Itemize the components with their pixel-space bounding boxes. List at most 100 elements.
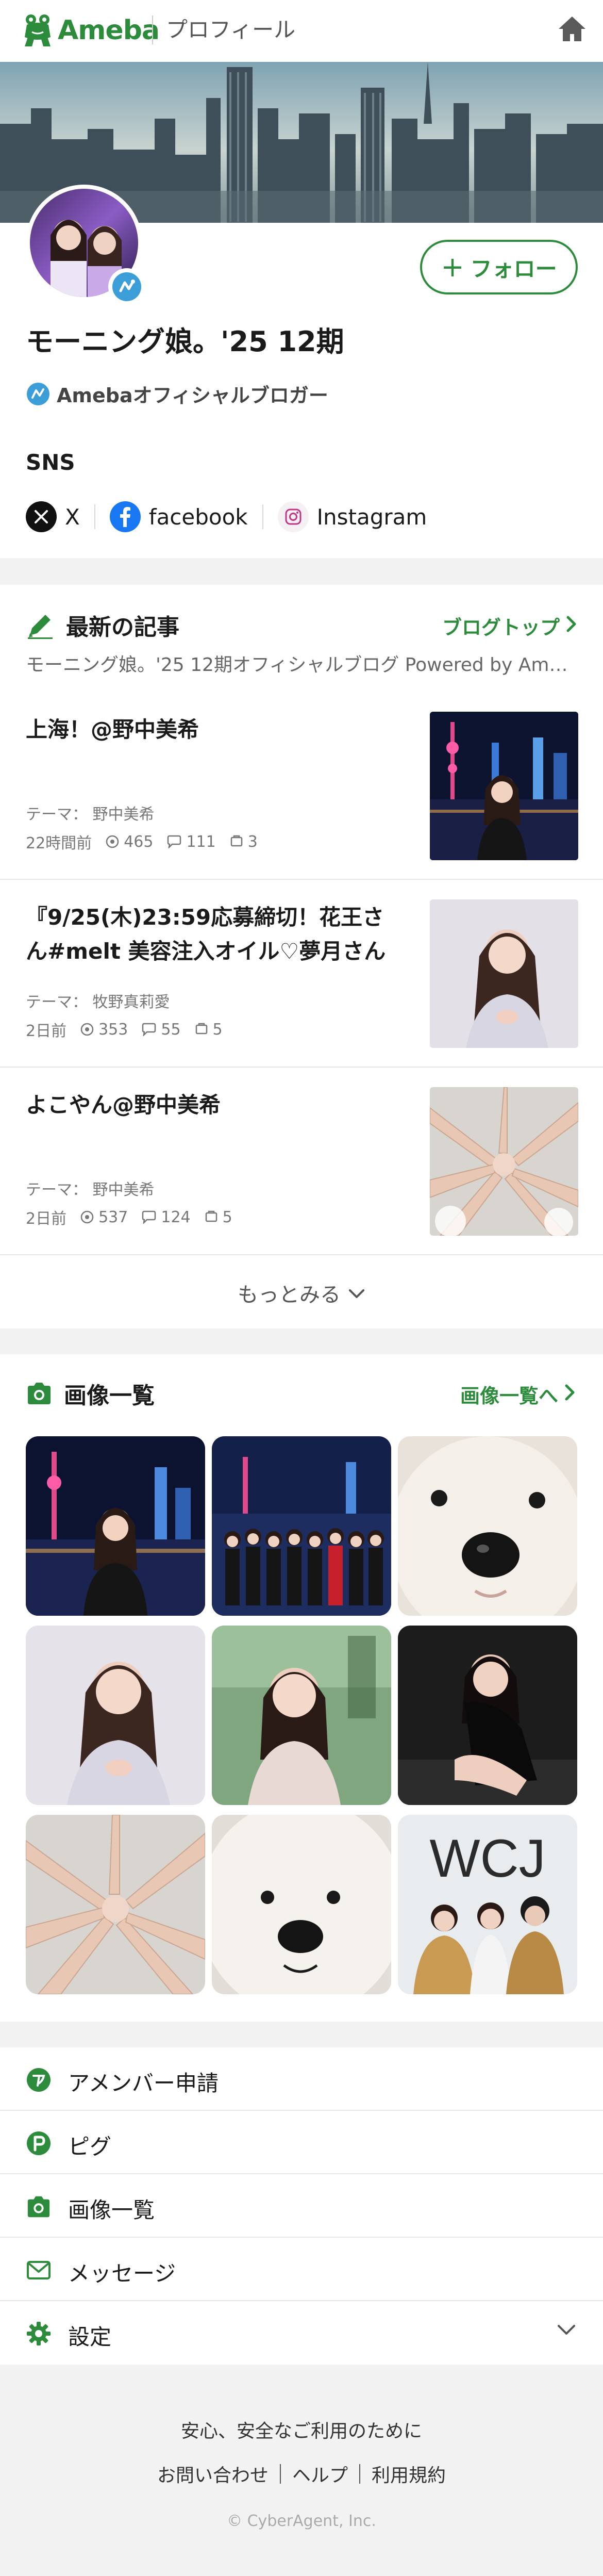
gallery-image[interactable] — [26, 1436, 205, 1616]
show-more-button[interactable]: もっとみる — [0, 1257, 603, 1328]
views-icon — [106, 835, 119, 848]
instagram-icon — [277, 501, 309, 532]
follow-button[interactable]: + フォロー — [420, 240, 578, 294]
blog-top-link[interactable]: ブログトップ — [442, 612, 577, 640]
help-link[interactable]: ヘルプ — [292, 2460, 348, 2487]
gallery-image[interactable] — [212, 1436, 391, 1616]
gallery-image[interactable] — [212, 1815, 391, 1994]
safety-link[interactable]: 安心、安全なご利用のために — [0, 2416, 603, 2443]
image-list-link[interactable]: 画像一覧へ — [460, 1380, 576, 1408]
amember-icon — [27, 2068, 51, 2092]
menu-settings[interactable]: 設定 — [0, 2301, 603, 2365]
section-gap — [0, 1328, 603, 1354]
contact-link[interactable]: お問い合わせ — [157, 2460, 269, 2487]
follow-plus-icon: + — [441, 251, 464, 283]
official-blogger-label: Amebaオフィシャルブロガー — [26, 380, 328, 408]
menu-messages[interactable]: メッセージ — [0, 2238, 603, 2301]
sns-title: SNS — [26, 450, 75, 475]
reblogs-value: 5 — [222, 1208, 232, 1226]
sns-facebook-link[interactable]: facebook — [109, 501, 248, 532]
latest-articles-title: 最新の記事 — [66, 614, 179, 641]
article-meta: 2日前 537 124 5 — [26, 1206, 232, 1228]
menu-label: メッセージ — [68, 2261, 176, 2286]
page-title: プロフィール — [166, 17, 296, 42]
article-meta: 2日前 353 55 5 — [26, 1018, 223, 1041]
gallery-image[interactable] — [26, 1626, 205, 1805]
comment-icon — [142, 1023, 156, 1036]
latest-articles-header: 最新の記事 — [26, 609, 179, 642]
article-title: 上海！@野中美希 — [26, 717, 199, 742]
app-header: Ameba プロフィール — [0, 0, 603, 62]
article-meta: 22時間前 465 111 3 — [26, 830, 258, 853]
wcj-sign-text: WCJ — [429, 1829, 545, 1889]
comments-value: 124 — [161, 1208, 191, 1226]
sns-x-link[interactable]: X — [26, 501, 80, 532]
gallery-image[interactable]: WCJ — [398, 1815, 577, 1994]
header-divider — [152, 15, 153, 44]
reblogs-count: 3 — [229, 833, 258, 851]
views-count: 465 — [105, 833, 153, 851]
sns-links: X facebook Instagram — [26, 500, 427, 533]
footer: 安心、安全なご利用のために お問い合わせ ヘルプ 利用規約 © CyberAge… — [0, 2365, 603, 2576]
profile-name: モーニング娘。'25 12期 — [26, 325, 344, 358]
blog-top-label: ブログトップ — [442, 616, 560, 639]
image-list-header: 画像一覧 — [26, 1377, 155, 1410]
pigg-icon — [27, 2131, 51, 2155]
chevron-right-icon — [564, 1383, 576, 1406]
views-icon — [80, 1023, 94, 1036]
reblogs-count: 5 — [194, 1021, 223, 1039]
article-thumbnail — [430, 899, 578, 1048]
image-list-link-label: 画像一覧へ — [460, 1385, 559, 1407]
reblog-icon — [205, 1210, 217, 1222]
reblogs-value: 5 — [212, 1020, 223, 1039]
ameba-logo[interactable]: Ameba — [23, 13, 160, 47]
menu-label: 設定 — [68, 2324, 112, 2350]
official-blogger-text: Amebaオフィシャルブロガー — [57, 384, 328, 407]
article-time: 2日前 — [26, 1022, 67, 1040]
footer-divider — [279, 2464, 281, 2484]
home-button[interactable] — [557, 14, 588, 43]
reblogs-value: 3 — [247, 832, 258, 851]
article-thumbnail — [430, 1087, 578, 1236]
views-count: 353 — [80, 1021, 128, 1039]
menu-label: アメンバー申請 — [68, 2071, 219, 2096]
gallery-image[interactable] — [398, 1436, 577, 1616]
article-item[interactable]: よこやん@野中美希 テーマ： 野中美希 2日前 537 124 5 — [0, 1068, 603, 1255]
article-title: よこやん@野中美希 — [26, 1092, 221, 1118]
article-time: 2日前 — [26, 1210, 67, 1228]
menu-label: ピグ — [68, 2134, 112, 2159]
chevron-down-icon — [557, 2324, 576, 2338]
gallery-image[interactable] — [398, 1626, 577, 1805]
footer-links: お問い合わせ ヘルプ 利用規約 — [0, 2460, 603, 2487]
menu-label: 画像一覧 — [68, 2197, 155, 2223]
article-item[interactable]: 上海！@野中美希 テーマ： 野中美希 22時間前 465 111 3 — [0, 692, 603, 880]
show-more-label: もっとみる — [238, 1283, 341, 1307]
ameba-frog-logo-icon — [25, 14, 51, 46]
reblog-icon — [230, 835, 242, 847]
sns-x-label: X — [65, 504, 80, 530]
comment-icon — [142, 1210, 156, 1224]
logo-text: Ameba — [58, 15, 160, 46]
menu-amember-request[interactable]: アメンバー申請 — [0, 2047, 603, 2111]
views-value: 353 — [98, 1020, 128, 1039]
camera-icon — [28, 1383, 51, 1404]
gallery-image[interactable] — [212, 1626, 391, 1805]
views-value: 465 — [124, 832, 154, 851]
terms-link[interactable]: 利用規約 — [372, 2460, 446, 2487]
menu-pigg[interactable]: ピグ — [0, 2111, 603, 2174]
article-item[interactable]: 『9/25(木)23:59応募締切！花王さん#melt 美容注入オイル♡夢月さん… — [0, 880, 603, 1068]
gear-icon — [27, 2322, 51, 2345]
official-badge — [108, 268, 145, 305]
comments-count: 111 — [166, 833, 216, 851]
article-theme: テーマ： 牧野真莉愛 — [26, 993, 170, 1011]
section-gap — [0, 558, 603, 585]
sns-instagram-link[interactable]: Instagram — [277, 501, 427, 532]
sns-facebook-label: facebook — [148, 504, 248, 530]
gallery-image[interactable] — [26, 1815, 205, 1994]
chevron-right-icon — [566, 614, 577, 638]
views-count: 537 — [80, 1208, 128, 1226]
menu-image-list[interactable]: 画像一覧 — [0, 2174, 603, 2238]
reblog-icon — [195, 1023, 207, 1035]
article-title: 『9/25(木)23:59応募締切！花王さん#melt 美容注入オイル♡夢月さん… — [26, 905, 386, 964]
image-list-title: 画像一覧 — [64, 1383, 155, 1409]
